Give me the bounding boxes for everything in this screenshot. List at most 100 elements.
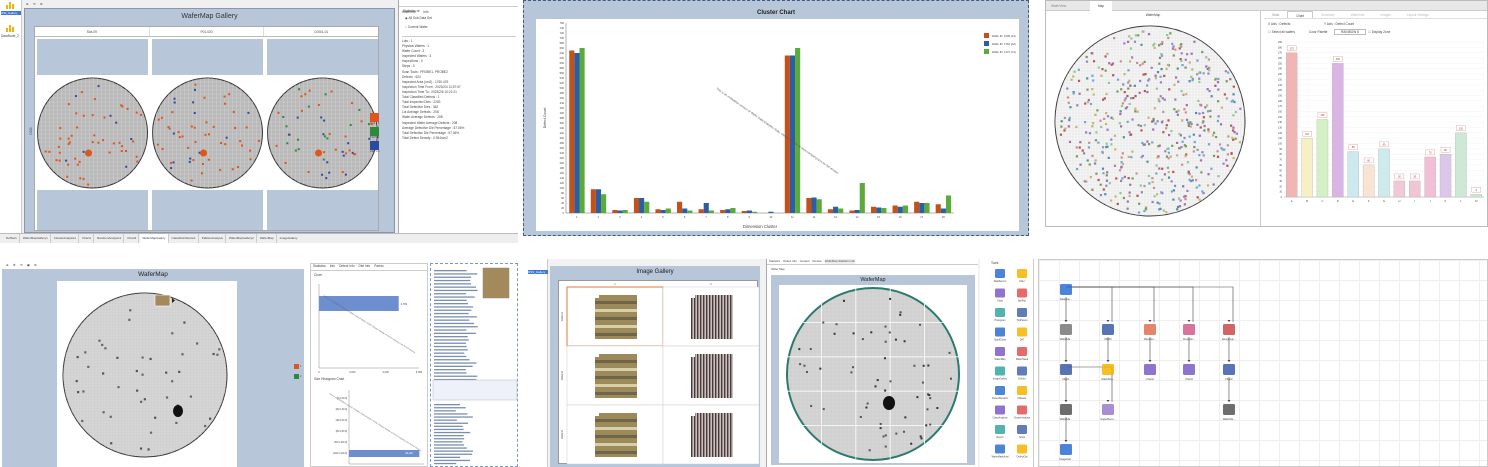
workflow-node[interactable] xyxy=(1060,324,1072,335)
list-row[interactable] xyxy=(434,453,473,455)
cluster-icon[interactable] xyxy=(1017,405,1027,415)
chart-icon[interactable] xyxy=(995,288,1005,298)
workflow-node[interactable] xyxy=(1102,364,1114,375)
list-row[interactable] xyxy=(434,309,472,311)
display-zone-checkbox[interactable]: ☐ Display Zone xyxy=(1368,30,1390,34)
sidebar-selected-node[interactable]: WM_Gallery xyxy=(1,11,21,15)
sidebar-selected-node[interactable]: DSS_Gallery xyxy=(528,270,548,274)
defectgal-icon[interactable] xyxy=(1017,444,1027,454)
workflow-node[interactable] xyxy=(1223,404,1235,415)
tab-content[interactable]: Content xyxy=(800,259,810,264)
list-row[interactable] xyxy=(434,355,467,358)
database-icon[interactable] xyxy=(995,269,1005,278)
tab-chart1[interactable]: Chart1 xyxy=(80,234,95,243)
dat-icon[interactable] xyxy=(1017,327,1027,337)
tab-layout-settings[interactable]: Layout Settings xyxy=(1399,11,1437,18)
tab-wafermapgallery[interactable]: WaferMapGallery xyxy=(140,234,169,243)
list-row[interactable] xyxy=(434,329,467,331)
tab-review[interactable]: Review xyxy=(813,259,822,264)
tab-chart2[interactable]: Chart2 xyxy=(125,234,140,243)
refresh-icon[interactable]: ⟲ xyxy=(33,2,36,6)
list-row[interactable] xyxy=(434,438,465,440)
list-row[interactable] xyxy=(434,362,477,364)
save-icon[interactable]: ▣ xyxy=(27,263,30,267)
tab-paretoanalysis[interactable]: PaRetoAnalysis xyxy=(200,234,226,243)
list-row[interactable] xyxy=(434,336,468,338)
pareto-icon[interactable] xyxy=(1017,308,1027,317)
list-row[interactable] xyxy=(434,404,461,406)
list-row[interactable] xyxy=(434,407,466,409)
list-row[interactable] xyxy=(434,339,469,341)
list-row[interactable] xyxy=(434,332,476,334)
list-row[interactable] xyxy=(434,450,473,452)
tab-defect-info[interactable]: Defect Info xyxy=(339,264,354,270)
tab-map[interactable]: Map xyxy=(1090,1,1112,11)
x-axis-selector[interactable]: X Axis : Defects xyxy=(1268,22,1290,26)
histogram-icon[interactable] xyxy=(995,308,1005,317)
kmeans-icon[interactable] xyxy=(1017,386,1027,395)
workflow-node[interactable] xyxy=(1060,364,1072,375)
workflow-node[interactable] xyxy=(1102,404,1114,415)
refresh-icon[interactable]: ⟲ xyxy=(20,263,23,267)
list-row[interactable] xyxy=(434,431,471,434)
stack-icon[interactable] xyxy=(995,327,1005,337)
subtab-wafermap[interactable]: Wafer Map xyxy=(771,267,785,271)
workflow-node[interactable] xyxy=(1183,364,1195,375)
settings-icon[interactable]: ⚙ xyxy=(40,2,43,6)
y-axis-selector[interactable]: Y Axis : Defect Count xyxy=(1324,22,1354,26)
tab-wafermapgallery1[interactable]: WaferMapGallery1 xyxy=(21,234,51,243)
list-row[interactable] xyxy=(434,319,470,321)
list-row[interactable] xyxy=(434,365,473,367)
tab-wafermapgallery2[interactable]: WaferMapGallery2 xyxy=(227,234,257,243)
tab-chart[interactable]: Chart xyxy=(1287,11,1314,18)
wafermap-icon[interactable] xyxy=(995,347,1005,356)
list-row[interactable] xyxy=(434,435,464,437)
tab-stats[interactable]: Stats xyxy=(1264,11,1287,18)
tab-images[interactable]: Images xyxy=(1372,11,1398,18)
filter-icon[interactable] xyxy=(1017,269,1027,278)
select-all-checkbox[interactable]: ☐ Select all wafers xyxy=(1268,30,1295,34)
settings-icon[interactable]: ⚙ xyxy=(34,263,37,267)
tab-dist-info[interactable]: Dist Info xyxy=(359,264,371,270)
list-row[interactable] xyxy=(434,410,456,412)
chart-icon[interactable] xyxy=(6,2,16,9)
sidebar-node-label[interactable]: DataNode_2 xyxy=(1,34,19,38)
list-row[interactable] xyxy=(434,375,478,377)
radio-all-subsets[interactable]: ◉ All Sub Data Set xyxy=(405,16,432,20)
list-row[interactable] xyxy=(434,349,468,351)
list-row[interactable] xyxy=(434,456,461,458)
class-icon[interactable] xyxy=(995,405,1005,415)
export-icon[interactable] xyxy=(995,425,1005,434)
list-row[interactable] xyxy=(434,276,472,278)
tab-defset1[interactable]: DefSet1 xyxy=(4,234,20,243)
defect-icon[interactable] xyxy=(995,386,1005,395)
tab-statistics[interactable]: Statistics xyxy=(313,264,326,270)
list-row[interactable] xyxy=(434,296,475,298)
tab-randomanalysis1[interactable]: RandomAnalysis1 xyxy=(95,234,125,243)
list-row[interactable] xyxy=(434,425,463,427)
list-row[interactable] xyxy=(434,326,478,328)
tab-clusteranalysis1[interactable]: ClusterAnalysis1 xyxy=(52,234,80,243)
workflow-node[interactable] xyxy=(1060,284,1072,295)
waferstack-icon[interactable] xyxy=(1017,347,1027,356)
tab-defect-info[interactable]: Defect Info xyxy=(783,259,797,264)
tab-wafermap[interactable]: WaferMap xyxy=(258,234,277,243)
list-row[interactable] xyxy=(434,459,471,462)
tab-summary[interactable]: Summary xyxy=(1313,11,1343,18)
list-row[interactable] xyxy=(434,416,473,418)
script-icon[interactable] xyxy=(1017,425,1027,434)
list-row[interactable] xyxy=(434,312,469,315)
list-row[interactable] xyxy=(434,369,466,371)
list-row[interactable] xyxy=(434,316,477,318)
tab-pareto[interactable]: Pareto xyxy=(374,264,383,270)
tab-info[interactable]: Info xyxy=(330,264,335,270)
list-row[interactable] xyxy=(434,359,470,361)
workflow-node[interactable] xyxy=(1144,324,1156,335)
workflow-node[interactable] xyxy=(1144,364,1156,375)
workflow-node[interactable] xyxy=(1060,404,1072,415)
radio-current-wafer[interactable]: ○ Current Wafer xyxy=(405,25,428,29)
list-row[interactable] xyxy=(434,273,478,275)
list-row[interactable] xyxy=(434,345,467,348)
list-row[interactable] xyxy=(434,306,474,308)
chart-icon[interactable] xyxy=(6,25,16,32)
